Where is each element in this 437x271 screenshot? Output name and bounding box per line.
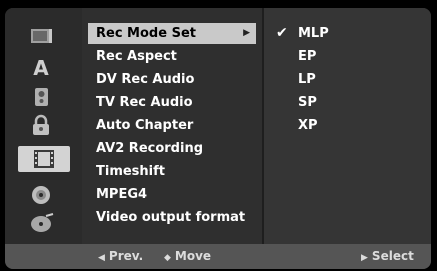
- navigation-hint-bar: ◀ Prev. ◆ Move ▶ Select: [5, 244, 431, 269]
- category-icon-column: A: [5, 8, 82, 244]
- audio-icon[interactable]: [27, 86, 55, 108]
- option-ep[interactable]: EP: [298, 46, 316, 67]
- menu-item-mpeg4[interactable]: MPEG4: [88, 184, 256, 205]
- submenu-arrow-icon: ▶: [243, 28, 250, 38]
- left-arrow-icon: ◀: [98, 253, 105, 263]
- select-label: Select: [371, 249, 414, 263]
- menu-item-label: MPEG4: [96, 187, 148, 202]
- select-hint: ▶ Select: [361, 244, 414, 269]
- setup-menu-osd: A Rec Mode Set ▶ Rec Aspect DV Rec Audio…: [5, 8, 431, 269]
- menu-item-label: TV Rec Audio: [96, 95, 193, 110]
- settings-menu-list: Rec Mode Set ▶ Rec Aspect DV Rec Audio T…: [82, 8, 262, 244]
- menu-item-label: Rec Aspect: [96, 49, 177, 64]
- menu-item-rec-mode-set[interactable]: Rec Mode Set ▶: [88, 23, 256, 44]
- menu-item-auto-chapter[interactable]: Auto Chapter: [88, 115, 256, 136]
- language-glyph: A: [33, 56, 49, 78]
- recording-icon[interactable]: [18, 146, 70, 172]
- menu-item-video-output-format[interactable]: Video output format: [88, 207, 256, 228]
- disc-icon[interactable]: [27, 26, 55, 48]
- option-mlp[interactable]: MLP: [298, 23, 329, 44]
- mp3-disc-icon[interactable]: [27, 212, 55, 234]
- checkmark-icon: ✔: [276, 25, 288, 41]
- up-down-arrow-icon: ◆: [164, 253, 171, 263]
- menu-item-av2-recording[interactable]: AV2 Recording: [88, 138, 256, 159]
- rec-mode-options: ✔ MLP EP LP SP XP: [262, 8, 431, 244]
- move-hint: ◆ Move: [164, 244, 211, 269]
- menu-item-tv-rec-audio[interactable]: TV Rec Audio: [88, 92, 256, 113]
- menu-item-label: Timeshift: [96, 164, 166, 179]
- menu-item-label: Rec Mode Set: [96, 26, 196, 41]
- prev-label: Prev.: [108, 249, 144, 263]
- option-lp[interactable]: LP: [298, 69, 316, 90]
- prev-hint: ◀ Prev.: [98, 244, 143, 269]
- lock-icon[interactable]: [27, 114, 55, 136]
- language-icon[interactable]: A: [27, 56, 55, 78]
- menu-item-dv-rec-audio[interactable]: DV Rec Audio: [88, 69, 256, 90]
- menu-item-label: AV2 Recording: [96, 141, 204, 156]
- right-arrow-icon: ▶: [361, 253, 368, 263]
- option-sp[interactable]: SP: [298, 92, 317, 113]
- menu-item-label: Auto Chapter: [96, 118, 194, 133]
- option-xp[interactable]: XP: [298, 115, 318, 136]
- menu-item-timeshift[interactable]: Timeshift: [88, 161, 256, 182]
- move-label: Move: [174, 249, 212, 263]
- dvd-disc-icon[interactable]: [27, 184, 55, 206]
- menu-item-rec-aspect[interactable]: Rec Aspect: [88, 46, 256, 67]
- menu-item-label: DV Rec Audio: [96, 72, 195, 87]
- menu-item-label: Video output format: [96, 210, 246, 225]
